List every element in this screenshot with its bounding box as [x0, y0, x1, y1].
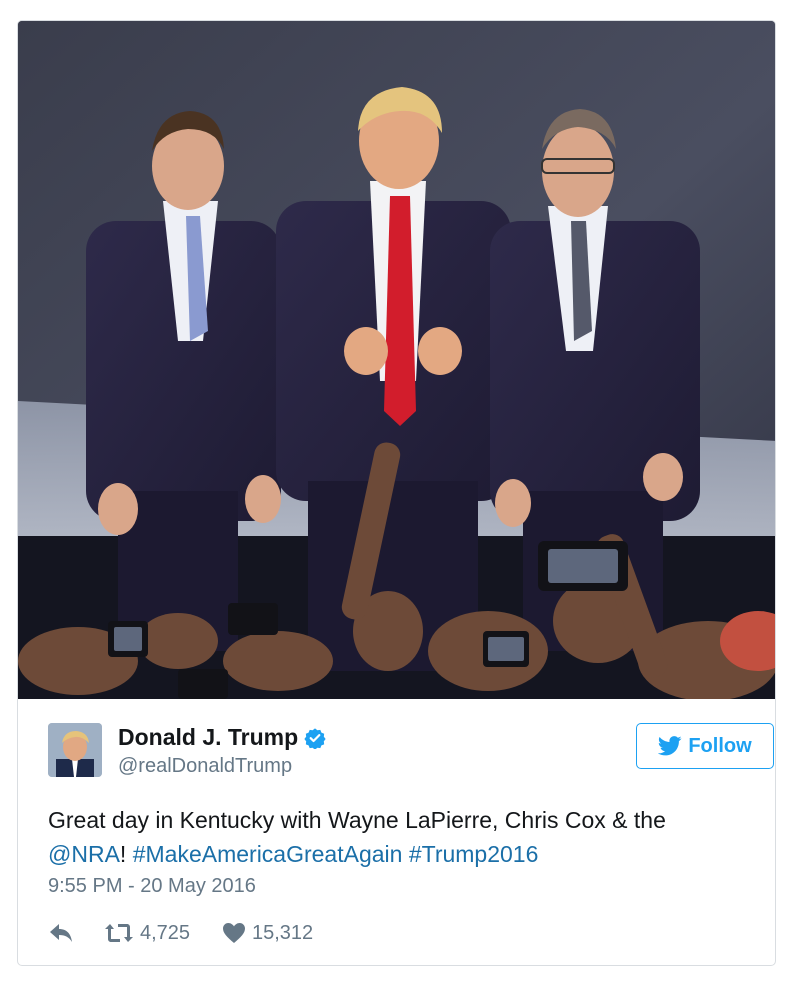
twitter-bird-icon: [658, 736, 682, 756]
retweet-icon: [105, 924, 133, 942]
retweet-button[interactable]: 4,725: [104, 922, 222, 945]
hashtag-link[interactable]: #MakeAmericaGreatAgain: [133, 841, 403, 867]
author-name-row: Donald J. Trump: [118, 724, 326, 751]
heart-icon: [223, 923, 245, 943]
like-button[interactable]: 15,312: [222, 922, 313, 945]
tweet-exclamation: !: [119, 841, 127, 867]
tweet-card: Donald J. Trump @realDonaldTrump Follow …: [17, 20, 776, 966]
author-name[interactable]: Donald J. Trump: [118, 724, 298, 751]
author-handle[interactable]: @realDonaldTrump: [118, 755, 292, 778]
tweet-text: Great day in Kentucky with Wayne LaPierr…: [48, 803, 748, 871]
like-count: 15,312: [252, 921, 314, 944]
hashtag-link[interactable]: #Trump2016: [409, 841, 539, 867]
tweet-text-plain: Great day in Kentucky with Wayne LaPierr…: [48, 807, 666, 833]
follow-label: Follow: [688, 734, 752, 757]
verified-badge-icon: [304, 727, 326, 749]
tweet-actions: 4,725 15,312: [48, 918, 313, 948]
retweet-count: 4,725: [140, 921, 191, 944]
reply-button[interactable]: [48, 922, 104, 944]
avatar[interactable]: [48, 723, 102, 777]
tweet-timestamp[interactable]: 9:55 PM - 20 May 2016: [48, 875, 256, 898]
follow-button[interactable]: Follow: [636, 723, 774, 769]
tweet-header: Donald J. Trump @realDonaldTrump Follow: [48, 721, 774, 781]
mention-link[interactable]: @NRA: [48, 841, 120, 867]
reply-icon: [50, 924, 72, 942]
tweet-photo[interactable]: [18, 21, 775, 699]
